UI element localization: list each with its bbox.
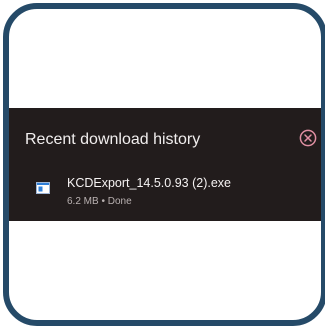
close-button[interactable] [299, 129, 317, 147]
meta-separator: • [101, 196, 105, 207]
download-history-panel: Recent download history KCDExport_14.5.0… [9, 108, 321, 221]
download-status: Done [107, 196, 132, 207]
download-file-name[interactable]: KCDExport_14.5.0.93 (2).exe [67, 176, 231, 190]
close-circle-icon [299, 129, 317, 147]
download-file-meta: 6.2 MB • Done [67, 196, 132, 207]
rounded-frame: Recent download history KCDExport_14.5.0… [3, 3, 325, 326]
executable-file-icon [36, 182, 50, 194]
file-size: 6.2 MB [67, 196, 99, 207]
panel-title: Recent download history [25, 131, 201, 148]
